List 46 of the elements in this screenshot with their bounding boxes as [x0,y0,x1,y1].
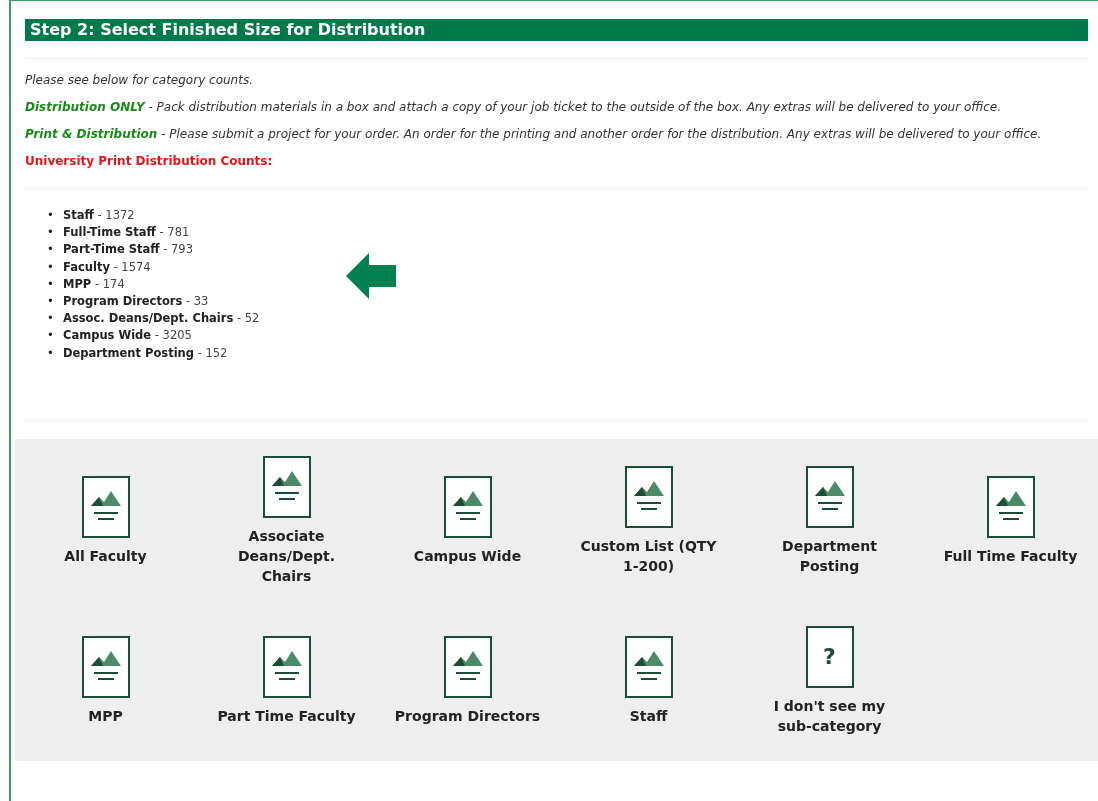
category-option[interactable]: ? I don't see my sub-category [739,600,920,761]
category-option[interactable]: Campus Wide [377,440,558,601]
note-text: Print & Distribution - Please submit a project for your order. An order for the printing and another order for the distribution. Any extras will be delivered to your office. [25,126,1043,143]
document-image-icon [443,475,492,538]
category-option[interactable]: Full Time Faculty [920,440,1098,601]
document-image-icon [262,455,311,518]
section-header: Step 2: Select Finished Size for Distribution [25,19,1088,41]
bullet: • [47,344,55,362]
note-text: Distribution ONLY - Pack distribution materials in a box and attach a copy of your job ticket to the outside of the box. Any extras will be delivered to your office. [25,99,1003,116]
count-item: Program Directors - 33 [63,293,209,310]
document-image-icon [624,635,673,698]
bullet: • [47,241,55,259]
count-item: Assoc. Deans/Dept. Chairs - 52 [63,310,260,328]
bullet: • [47,275,55,293]
document-image-icon [81,635,130,698]
count-item: Staff - 1372 [63,207,135,224]
count-item: Campus Wide - 3205 [63,327,192,345]
count-item: Full-Time Staff - 781 [63,224,190,242]
document-image-icon [262,635,311,698]
bullet: • [47,258,55,276]
document-image-icon [624,465,673,528]
category-option[interactable]: Part Time Faculty [196,600,377,761]
category-option[interactable]: All Faculty [15,440,196,601]
arrow-icon [346,253,396,299]
count-item: Faculty - 1574 [63,258,151,276]
count-item: Part-Time Staff - 793 [63,241,193,259]
bullet: • [47,310,55,328]
document-image-icon [443,635,492,698]
count-item: Department Posting - 152 [63,344,228,362]
category-option[interactable]: Custom List (QTY 1-200) [558,440,739,601]
category-option[interactable]: Program Directors [377,600,558,761]
counts-heading: University Print Distribution Counts: [25,153,274,170]
document-image-icon [986,475,1035,538]
document-image-icon [805,465,854,528]
bullet: • [47,293,55,310]
document-image-icon [81,475,130,538]
question-mark-icon: ? [805,625,854,688]
category-option[interactable]: MPP [15,600,196,761]
intro-text: Please see below for category counts. [25,72,254,89]
bullet: • [47,207,55,224]
category-option[interactable]: Department Posting [739,440,920,601]
bullet: • [47,224,55,242]
category-option[interactable]: Staff [558,600,739,761]
bullet: • [47,327,55,345]
category-option[interactable]: Associate Deans/Dept. Chairs [196,440,377,601]
count-item: MPP - 174 [63,275,125,293]
